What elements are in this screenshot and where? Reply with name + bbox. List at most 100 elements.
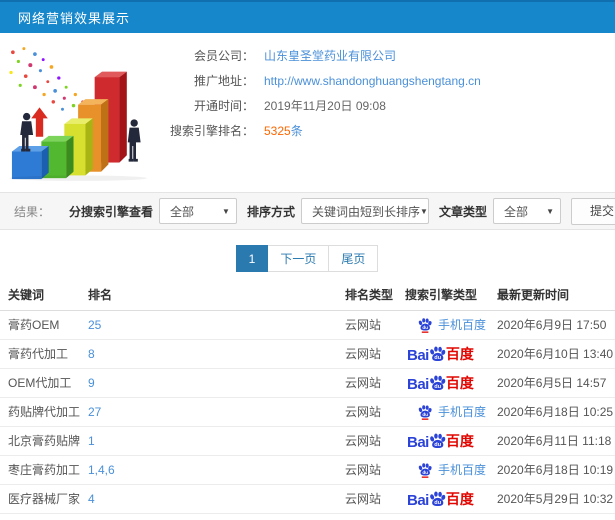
sort-select-value: 关键词由短到长排序: [311, 204, 420, 219]
engine-type-cell: du 手机百度: [397, 455, 489, 485]
baidu-logo-latin: Bai: [407, 375, 429, 393]
table-header-row: 关键词 排名 排名类型 搜索引擎类型 最新更新时间: [0, 284, 615, 311]
engine-type-cell: Bai du 百度: [397, 339, 489, 369]
mobile-baidu-logo: du 手机百度: [417, 316, 486, 333]
baidu-logo-latin: Bai: [407, 346, 429, 364]
mobile-baidu-logo: du 手机百度: [417, 461, 486, 478]
page-title: 网络营销效果展示: [18, 11, 131, 26]
updated-time-cell: 2020年6月9日 17:50: [489, 310, 615, 340]
table-body: 膏药OEM 25 云网站 du 手机百度 2020年6月9日 17:50 膏药代加工 8 云…: [0, 310, 615, 520]
rank-type-cell: 云网站: [337, 339, 397, 369]
table-row: 医疗器械厂家 4 云网站 Bai du 百度 2020年5月29日 10:32: [0, 484, 615, 514]
info-row: 搜索引擎排名： 5325条: [170, 118, 615, 143]
last-page-button[interactable]: 尾页: [328, 245, 379, 272]
marketing-chart-illustration: [0, 37, 170, 187]
rank-type-cell: 云网站: [337, 368, 397, 398]
mobile-baidu-label: 手机百度: [438, 318, 487, 332]
baidu-paw-icon: du: [429, 490, 446, 506]
svg-text:du: du: [422, 469, 428, 474]
chevron-down-icon: ▼: [420, 206, 428, 216]
rank-type-cell: 云网站: [337, 310, 397, 340]
rank-cell: 17: [80, 513, 337, 520]
column-header: 搜索引擎类型: [397, 284, 489, 311]
info-value-link[interactable]: http://www.shandonghuangshengtang.cn: [264, 74, 481, 88]
keyword-cell: 膏药代加工: [0, 339, 80, 369]
page-button-current[interactable]: 1: [235, 245, 269, 272]
app-header: 网络营销效果展示: [0, 0, 615, 33]
rank-cell: 1,4,6: [80, 455, 337, 485]
filter-group: 分搜索引擎查看 全部 ▼ 排序方式 关键词由短到长排序 ▼ 文章类型 全部 ▼ …: [59, 197, 615, 225]
svg-text:du: du: [434, 442, 441, 448]
filter-bar: 结果： 分搜索引擎查看 全部 ▼ 排序方式 关键词由短到长排序 ▼ 文章类型 全…: [0, 192, 615, 230]
updated-time-cell: 2020年6月11日 11:40: [489, 513, 615, 520]
baidu-logo-cn: 百度: [445, 374, 474, 391]
table-row: 药贴牌代加工 27 云网站 du 手机百度 2020年6月18日 10:25: [0, 397, 615, 427]
mobile-baidu-label: 手机百度: [438, 463, 487, 477]
updated-time-cell: 2020年6月18日 10:19: [489, 455, 615, 485]
keyword-cell: 膏药OEM: [0, 310, 80, 340]
rank-cell: 25: [80, 310, 337, 340]
submit-button[interactable]: 提交: [571, 197, 615, 225]
updated-time-cell: 2020年6月10日 13:40: [489, 339, 615, 369]
baidu-paw-icon: du: [418, 462, 432, 478]
rank-link[interactable]: 1,4,6: [88, 463, 115, 477]
article-type-select[interactable]: 全部 ▼: [493, 198, 561, 224]
keyword-cell: 北京膏药贴牌: [0, 426, 80, 456]
updated-time-cell: 2020年5月29日 10:32: [489, 484, 615, 514]
rank-link[interactable]: 27: [88, 405, 101, 419]
info-label: 会员公司：: [193, 49, 254, 63]
top-section: 会员公司： 山东皇圣堂药业有限公司 推广地址： http://www.shandong…: [0, 33, 615, 185]
mobile-baidu-logo: du 手机百度: [417, 403, 486, 420]
engine-type-cell: du 手机百度: [397, 397, 489, 427]
table-row: 北京膏药贴牌 1 云网站 Bai du 百度 2020年6月11日 11:18: [0, 426, 615, 456]
info-value: 2019年11月20日 09:08: [264, 99, 386, 113]
sort-select[interactable]: 关键词由短到长排序 ▼: [300, 198, 429, 224]
ranking-count-unit: 条: [290, 124, 303, 138]
svg-text:du: du: [434, 384, 441, 390]
rank-cell: 8: [80, 339, 337, 369]
table-row: OEM代加工 9 云网站 Bai du 百度 2020年6月5日 14:57: [0, 368, 615, 398]
rank-link[interactable]: 8: [88, 347, 95, 361]
rank-link[interactable]: 4: [88, 492, 95, 506]
keyword-cell: 药贴牌代加工: [0, 397, 80, 427]
engine-type-cell: du 手机百度: [397, 513, 489, 520]
keyword-cell: OEM代加工: [0, 368, 80, 398]
table-row: 膏药OEM 25 云网站 du 手机百度 2020年6月9日 17:50: [0, 310, 615, 340]
confetti-dots: [9, 47, 89, 111]
baidu-logo: Bai du 百度: [407, 489, 474, 509]
rank-link[interactable]: 25: [88, 318, 101, 332]
next-page-button[interactable]: 下一页: [267, 245, 330, 272]
rank-type-cell: 云网站: [337, 455, 397, 485]
rank-type-cell: 云网站: [337, 397, 397, 427]
rank-type-cell: 云网站: [337, 513, 397, 520]
column-header: 关键词: [0, 284, 80, 311]
baidu-logo-latin: Bai: [407, 491, 429, 509]
rank-cell: 1: [80, 426, 337, 456]
keyword-rank-table: 关键词 排名 排名类型 搜索引擎类型 最新更新时间 膏药OEM 25 云网站 du 手机百度…: [0, 284, 615, 520]
keyword-cell: 医疗器械厂家: [0, 484, 80, 514]
baidu-logo-latin: Bai: [407, 433, 429, 451]
sort-filter-label: 排序方式: [246, 204, 295, 219]
baidu-logo: Bai du 百度: [407, 431, 474, 451]
keyword-cell: 菏泽膏药厂家: [0, 513, 80, 520]
rank-link[interactable]: 9: [88, 376, 95, 390]
rank-cell: 4: [80, 484, 337, 514]
engine-type-cell: Bai du 百度: [397, 368, 489, 398]
info-value-link[interactable]: 山东皇圣堂药业有限公司: [264, 47, 396, 64]
result-label: 结果：: [14, 204, 51, 219]
engine-type-cell: du 手机百度: [397, 310, 489, 340]
table-row: 膏药代加工 8 云网站 Bai du 百度 2020年6月10日 13:40: [0, 339, 615, 369]
engine-filter-label: 分搜索引擎查看: [68, 204, 153, 219]
table-row: 枣庄膏药加工 1,4,6 云网站 du 手机百度 2020年6月18日 10:19: [0, 455, 615, 485]
keyword-cell: 枣庄膏药加工: [0, 455, 80, 485]
svg-text:du: du: [422, 324, 428, 329]
businessman-left: [20, 112, 34, 152]
pagination: 1 下一页 尾页: [0, 245, 615, 272]
engine-select[interactable]: 全部 ▼: [158, 198, 237, 224]
updated-time-cell: 2020年6月11日 11:18: [489, 426, 615, 456]
rank-link[interactable]: 1: [88, 434, 95, 448]
mobile-baidu-label: 手机百度: [438, 405, 487, 419]
engine-type-cell: Bai du 百度: [397, 484, 489, 514]
info-label: 推广地址：: [193, 74, 254, 88]
baidu-paw-icon: du: [429, 345, 446, 361]
